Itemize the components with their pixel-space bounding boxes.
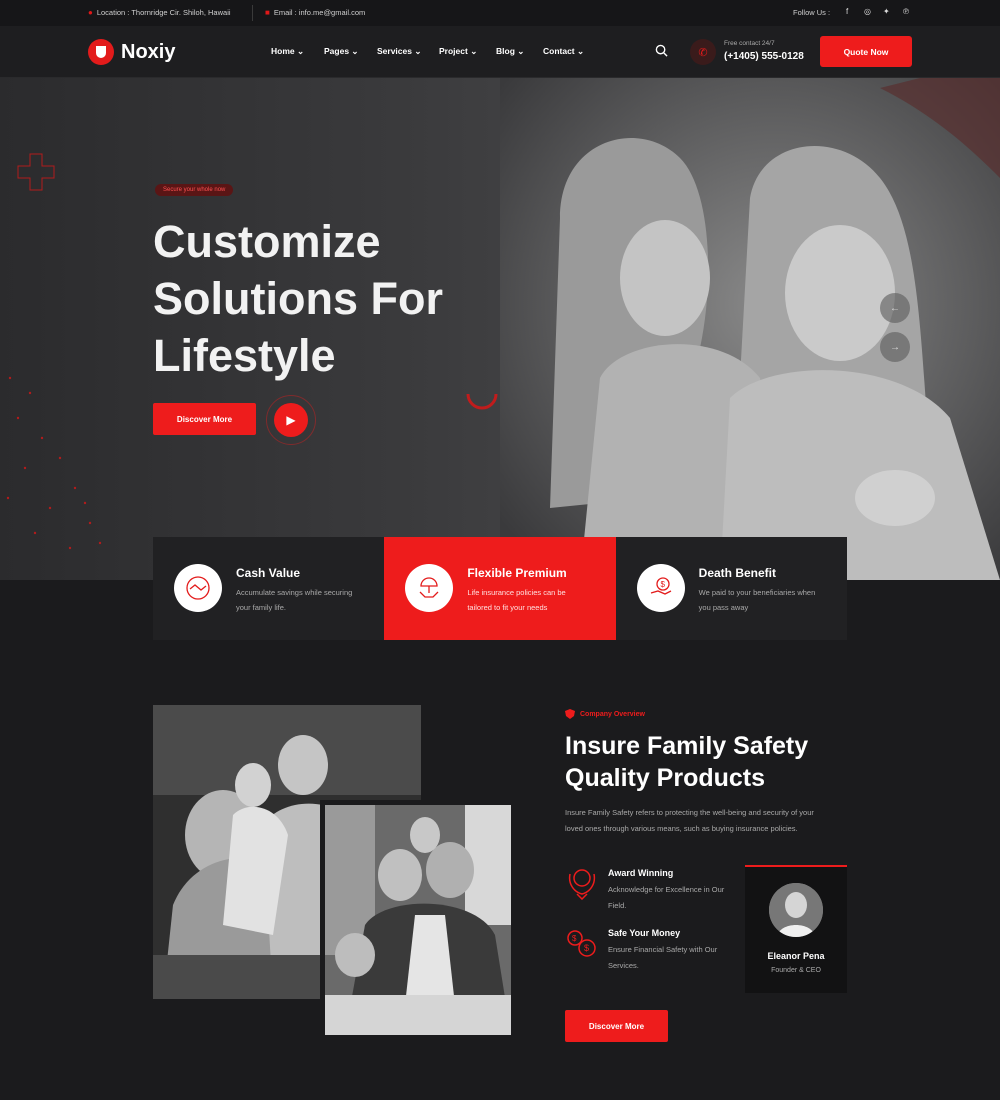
next-arrow-icon[interactable]: → — [880, 332, 910, 362]
contact-phone[interactable]: (+1405) 555-0128 — [724, 51, 804, 62]
point-desc: Ensure Financial Safety with Our Service… — [608, 945, 718, 970]
feature-cards: Cash Value Accumulate savings while secu… — [153, 537, 847, 640]
umbrella-hands-icon — [405, 564, 454, 612]
search-icon[interactable] — [655, 44, 668, 57]
feature-desc: Life insurance policies can be tailored … — [467, 588, 566, 612]
cross-decoration-icon — [17, 153, 55, 191]
pinterest-icon[interactable]: ℗ — [903, 7, 909, 16]
location-text: Location : Thornridge Cir. Shiloh, Hawai… — [96, 8, 231, 17]
avatar — [769, 883, 823, 937]
point-title: Safe Your Money — [608, 928, 681, 938]
quote-now-button[interactable]: Quote Now — [820, 36, 912, 67]
menu-services[interactable]: Services ⌄ — [377, 46, 421, 57]
feature-card-flexible-premium[interactable]: Flexible Premium Life insurance policies… — [384, 537, 616, 640]
instagram-icon[interactable]: ◎ — [864, 7, 871, 16]
point-title: Award Winning — [608, 868, 674, 878]
feature-card-cash-value[interactable]: Cash Value Accumulate savings while secu… — [153, 537, 385, 640]
contact-label: Free contact 24/7 — [724, 40, 775, 47]
money-hand-icon: $ — [636, 564, 685, 612]
play-video-icon[interactable]: ▶ — [274, 403, 308, 437]
logo-text: Noxiy — [121, 40, 176, 63]
follow-label: Follow Us : — [793, 8, 831, 17]
profile-name: Eleanor Pena — [767, 951, 825, 961]
email-text[interactable]: Email : info.me@gmail.com — [274, 8, 365, 17]
menu-pages[interactable]: Pages ⌄ — [324, 46, 359, 57]
profile-role: Founder & CEO — [771, 967, 821, 974]
dots-decoration — [6, 376, 102, 550]
hero-family-photo — [500, 78, 1000, 580]
svg-text:$: $ — [572, 934, 577, 943]
top-bar: ● Location : Thornridge Cir. Shiloh, Haw… — [0, 0, 1000, 26]
about-title: Insure Family Safety Quality Products — [565, 732, 809, 792]
phone-icon[interactable]: ✆ — [690, 39, 716, 65]
hero-title: Customize Solutions For Lifestyle — [153, 216, 443, 381]
mail-icon: ■ — [265, 8, 270, 17]
menu-blog[interactable]: Blog ⌄ — [496, 46, 524, 57]
email-info[interactable]: ■ Email : info.me@gmail.com — [265, 8, 365, 17]
hero-tag: Secure your whole now — [155, 184, 234, 196]
svg-text:$: $ — [660, 580, 665, 589]
overview-tag-text: Company Overview — [580, 710, 645, 718]
about-desc: Insure Family Safety refers to protectin… — [565, 808, 814, 833]
menu-project[interactable]: Project ⌄ — [439, 46, 477, 57]
feature-title: Cash Value — [236, 566, 301, 580]
loading-arc-decoration — [466, 393, 498, 410]
money-bags-icon: $ $ — [567, 930, 596, 957]
feature-desc: Accumulate savings while securing your f… — [236, 588, 353, 612]
family-photo-indoor — [325, 805, 511, 1035]
feature-title: Death Benefit — [698, 566, 776, 580]
shield-icon — [565, 709, 575, 719]
founder-card[interactable]: Eleanor Pena Founder & CEO — [745, 865, 847, 993]
prev-arrow-icon[interactable]: ← — [880, 293, 910, 323]
feature-card-death-benefit[interactable]: $ Death Benefit We paid to your benefici… — [615, 537, 847, 640]
location-pin-icon: ● — [88, 8, 93, 17]
topbar-divider — [252, 5, 253, 21]
point-desc: Acknowledge for Excellence in Our Field. — [608, 885, 725, 910]
hero-section: Secure your whole now Customize Solution… — [0, 78, 1000, 580]
twitter-icon[interactable]: ✦ — [883, 7, 890, 16]
family-photo-frame — [320, 800, 516, 1040]
location-info: ● Location : Thornridge Cir. Shiloh, Haw… — [88, 8, 231, 17]
logo[interactable]: Noxiy — [88, 39, 175, 65]
menu-home[interactable]: Home ⌄ — [271, 46, 304, 57]
about-discover-more-button[interactable]: Discover More — [565, 1010, 668, 1042]
main-navigation: Noxiy Home ⌄ Pages ⌄ Services ⌄ Project … — [0, 26, 1000, 78]
award-icon — [568, 869, 596, 900]
feature-desc: We paid to your beneficiaries when you p… — [698, 588, 816, 612]
handshake-icon — [174, 564, 222, 612]
menu-contact[interactable]: Contact ⌄ — [543, 46, 584, 57]
feature-title: Flexible Premium — [467, 566, 567, 580]
discover-more-button[interactable]: Discover More — [153, 403, 256, 435]
overview-tag: Company Overview — [565, 709, 645, 719]
logo-mark-icon — [88, 39, 114, 65]
facebook-icon[interactable]: f — [846, 7, 848, 16]
svg-text:$: $ — [584, 943, 589, 953]
